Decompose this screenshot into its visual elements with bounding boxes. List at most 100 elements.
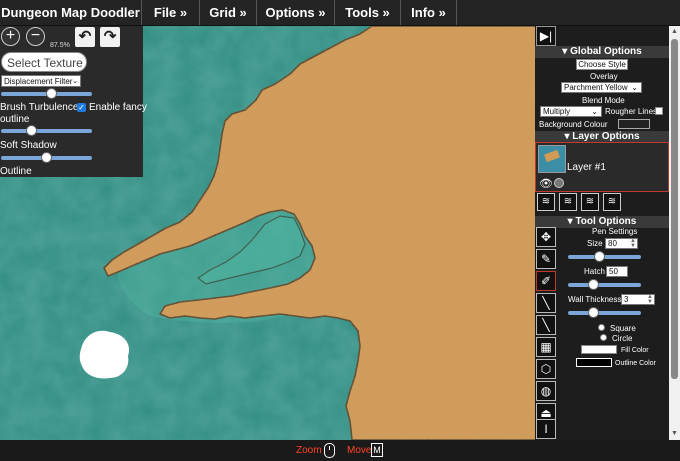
slider-thumb[interactable] — [26, 125, 37, 136]
layer-thumbnail — [538, 145, 566, 173]
layer-merge-icon[interactable]: ≋ — [559, 193, 577, 211]
zoom-out-button[interactable]: − — [26, 27, 45, 46]
layer-add-icon[interactable]: ≋ — [537, 193, 555, 211]
outline-label-cont: outline — [0, 114, 30, 125]
slider-thumb[interactable] — [594, 251, 605, 262]
zoom-hint-label: Zoom — [296, 445, 322, 456]
fill-color-swatch[interactable] — [581, 345, 617, 354]
zoom-in-button[interactable]: + — [1, 27, 20, 46]
texture-panel: + − 87.5% ↶ ↷ Select Texture Displacemen… — [0, 26, 147, 177]
check-icon: ✓ — [78, 103, 85, 112]
outline-color-swatch[interactable] — [576, 358, 612, 367]
overlay-select-value: Parchment Yellow — [564, 83, 628, 92]
outline-color-label: Outline Color — [615, 360, 656, 367]
scroll-up-icon[interactable]: ▲ — [669, 26, 680, 38]
fill-color-label: Fill Color — [621, 347, 649, 354]
chevron-down-icon: ⌄ — [72, 78, 78, 85]
soft-shadow-label: Soft Shadow — [0, 140, 57, 151]
collapse-panel-button[interactable]: ▶| — [536, 26, 556, 46]
menu-bar: Dungeon Map Doodler File » Grid » Option… — [0, 0, 680, 26]
layer-item[interactable]: Layer #1 👁 — [535, 142, 669, 192]
plus-icon: + — [5, 27, 16, 44]
panel-scrollbar[interactable]: ▲ ▼ — [669, 26, 680, 440]
global-options-header[interactable]: ▾ Global Options — [535, 46, 669, 58]
minus-icon: − — [30, 27, 41, 44]
filter-select[interactable]: Displacement Filter ⌄ — [1, 75, 81, 87]
rougher-lines-checkbox[interactable] — [655, 107, 663, 115]
square-label: Square — [610, 324, 636, 333]
move-hint-label: Move — [347, 445, 372, 456]
hatch-label: Hatch — [584, 267, 605, 276]
blend-mode-label: Blend Mode — [582, 96, 625, 105]
soft-shadow-slider[interactable] — [1, 152, 92, 163]
scroll-thumb[interactable] — [671, 39, 678, 379]
eye-icon[interactable]: 👁 — [539, 177, 553, 190]
zoom-percent: 87.5% — [50, 42, 70, 49]
filter-select-value: Displacement Filter — [4, 77, 73, 86]
status-bar: Zoom Move M — [0, 440, 680, 461]
spinner-icon[interactable]: ▲ ▼ — [630, 238, 636, 249]
slider-thumb[interactable] — [41, 152, 52, 163]
spinner-icon[interactable]: ▲ ▼ — [647, 294, 653, 305]
chevron-down-icon: ⌄ — [591, 107, 598, 116]
select-texture-button[interactable]: Select Texture — [1, 52, 87, 72]
collapse-icon: ▶| — [539, 29, 553, 43]
blend-mode-select[interactable]: Multiply ⌄ — [540, 106, 602, 117]
enable-fancy-outline-checkbox[interactable]: ✓ — [77, 103, 86, 112]
hatch-input[interactable]: 50 — [606, 266, 628, 277]
menu-info[interactable]: Info » — [401, 0, 457, 25]
slider-thumb[interactable] — [588, 307, 599, 318]
brush-turbulence-label: Brush Turbulence — [0, 102, 79, 113]
displacement-slider[interactable] — [1, 88, 92, 99]
background-colour-label: Background Colour — [539, 120, 608, 129]
wall-thickness-slider[interactable] — [568, 307, 641, 318]
layer-delete-icon[interactable]: ≋ — [603, 193, 621, 211]
white-blob — [79, 330, 130, 379]
menu-grid[interactable]: Grid » — [200, 0, 257, 25]
size-slider[interactable] — [568, 251, 641, 262]
circle-radio[interactable] — [600, 334, 607, 341]
brush-tool-icon[interactable]: ✎ — [536, 249, 556, 269]
menu-file[interactable]: File » — [142, 0, 200, 25]
size-label: Size — [587, 239, 603, 248]
wall-tool-icon[interactable]: ▦ — [536, 337, 556, 357]
wall-thickness-value: 3 — [624, 295, 629, 304]
undo-button[interactable]: ↶ — [75, 27, 95, 47]
slider-thumb[interactable] — [46, 88, 57, 99]
overlay-label: Overlay — [590, 72, 618, 81]
enable-fancy-label: Enable fancy — [89, 102, 147, 113]
app-window: Dungeon Map Doodler File » Grid » Option… — [0, 0, 680, 461]
layer-name: Layer #1 — [567, 162, 606, 173]
blend-mode-value: Multiply — [543, 107, 571, 116]
size-value: 80 — [608, 239, 617, 248]
texture-tool-icon[interactable]: ◍ — [536, 381, 556, 401]
scroll-down-icon[interactable]: ▼ — [669, 428, 680, 440]
circle-label: Circle — [612, 334, 633, 343]
hexagon-tool-icon[interactable]: ⬡ — [536, 359, 556, 379]
hatch-slider[interactable] — [568, 279, 641, 290]
redo-icon: ↷ — [103, 28, 117, 45]
hatch-value: 50 — [609, 267, 618, 276]
hatch-brush-tool-icon[interactable]: ✐ — [536, 271, 556, 291]
size-input[interactable]: 80 ▲ ▼ — [605, 238, 638, 249]
menu-options[interactable]: Options » — [257, 0, 335, 25]
move-tool-icon[interactable]: ✥ — [536, 227, 556, 247]
text-tool-icon[interactable]: I — [536, 419, 556, 439]
layer-duplicate-icon[interactable]: ≋ — [581, 193, 599, 211]
square-radio[interactable] — [598, 324, 605, 331]
redo-button[interactable]: ↷ — [100, 27, 120, 47]
overlay-select[interactable]: Parchment Yellow ⌄ — [561, 82, 642, 93]
menu-tools[interactable]: Tools » — [335, 0, 401, 25]
mouse-wheel-icon — [324, 443, 335, 458]
background-colour-swatch[interactable] — [618, 119, 650, 129]
undo-icon: ↶ — [78, 28, 92, 45]
choose-style-button[interactable]: Choose Style — [576, 59, 628, 70]
options-panel: ▶| ▾ Global Options Choose Style Overlay… — [535, 26, 669, 440]
pen-tool-icon[interactable]: ╲ — [536, 293, 556, 313]
layer-lock-icon[interactable] — [554, 178, 564, 188]
line-tool-icon[interactable]: ╲ — [536, 315, 556, 335]
wall-thickness-input[interactable]: 3 ▲ ▼ — [621, 294, 655, 305]
app-title: Dungeon Map Doodler — [0, 0, 142, 25]
brush-turbulence-slider[interactable] — [1, 125, 92, 136]
slider-thumb[interactable] — [588, 279, 599, 290]
